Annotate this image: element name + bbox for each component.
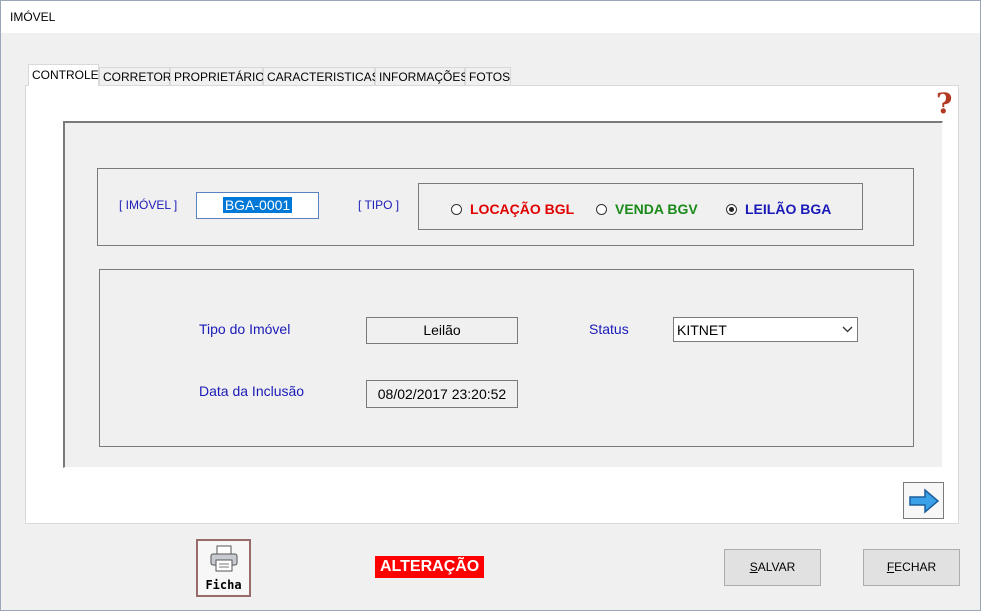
salvar-button[interactable]: SALVAR bbox=[724, 549, 821, 586]
data-inclusao-label: Data da Inclusão bbox=[199, 383, 305, 399]
chevron-down-icon[interactable] bbox=[837, 318, 857, 341]
fechar-label: ECHAR bbox=[894, 560, 937, 574]
status-label: Status bbox=[589, 321, 629, 337]
details-group bbox=[99, 269, 914, 447]
tab-corretor[interactable]: CORRETOR bbox=[99, 67, 171, 85]
radio-leilao-indicator[interactable] bbox=[726, 203, 737, 215]
tipo-imovel-label: Tipo do Imóvel bbox=[199, 321, 291, 337]
status-select-value: KITNET bbox=[677, 322, 727, 338]
radio-locacao-label: LOCAÇÃO BGL bbox=[470, 201, 575, 217]
ficha-print-button[interactable]: Ficha bbox=[196, 539, 251, 597]
status-select[interactable]: KITNET bbox=[673, 317, 858, 342]
salvar-label: ALVAR bbox=[757, 560, 796, 574]
tab-caracteristicas[interactable]: CARACTERISTICAS bbox=[263, 67, 380, 85]
mode-badge: ALTERAÇÃO bbox=[375, 556, 485, 578]
imovel-code-value: BGA-0001 bbox=[222, 197, 293, 213]
tab-fotos[interactable]: FOTOS bbox=[465, 67, 511, 85]
data-inclusao-field: 08/02/2017 23:20:52 bbox=[366, 380, 518, 408]
question-icon[interactable]: ? bbox=[936, 87, 952, 120]
ficha-label: Ficha bbox=[205, 578, 242, 592]
arrow-right-icon bbox=[908, 487, 939, 514]
tab-proprietario[interactable]: PROPRIETÁRIO bbox=[170, 67, 265, 85]
imovel-label: [ IMÓVEL ] bbox=[119, 198, 178, 212]
radio-venda[interactable]: VENDA BGV bbox=[596, 201, 698, 217]
window-title: IMÓVEL bbox=[10, 10, 56, 24]
tab-controle[interactable]: CONTROLE bbox=[28, 64, 99, 86]
printer-icon bbox=[210, 545, 238, 572]
radio-venda-indicator[interactable] bbox=[596, 203, 607, 215]
tab-informacoes[interactable]: INFORMAÇÕES bbox=[375, 67, 468, 85]
radio-locacao[interactable]: LOCAÇÃO BGL bbox=[451, 201, 574, 217]
salvar-mnemonic: S bbox=[749, 560, 758, 574]
tipo-imovel-field: Leilão bbox=[366, 317, 518, 344]
radio-leilao-label: LEILÃO BGA bbox=[745, 201, 832, 217]
radio-leilao[interactable]: LEILÃO BGA bbox=[726, 201, 831, 217]
radio-locacao-indicator[interactable] bbox=[451, 203, 462, 215]
imovel-code-field[interactable]: BGA-0001 bbox=[196, 192, 319, 219]
radio-venda-label: VENDA BGV bbox=[615, 201, 698, 217]
fechar-button[interactable]: FECHAR bbox=[863, 549, 960, 586]
next-button[interactable] bbox=[903, 482, 944, 519]
title-bar bbox=[1, 1, 980, 33]
tipo-label: [ TIPO ] bbox=[358, 198, 400, 212]
